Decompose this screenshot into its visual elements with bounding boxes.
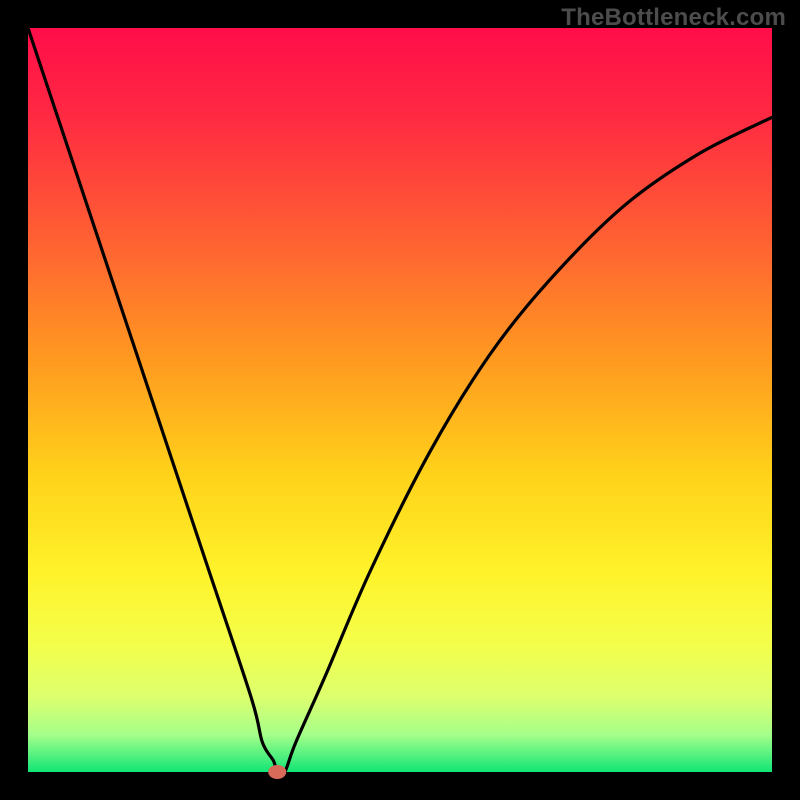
watermark-text: TheBottleneck.com	[561, 4, 786, 32]
plot-area	[28, 28, 772, 772]
bottleneck-chart-svg	[0, 0, 800, 800]
min-point-marker	[268, 765, 286, 779]
chart-stage: TheBottleneck.com	[0, 0, 800, 800]
